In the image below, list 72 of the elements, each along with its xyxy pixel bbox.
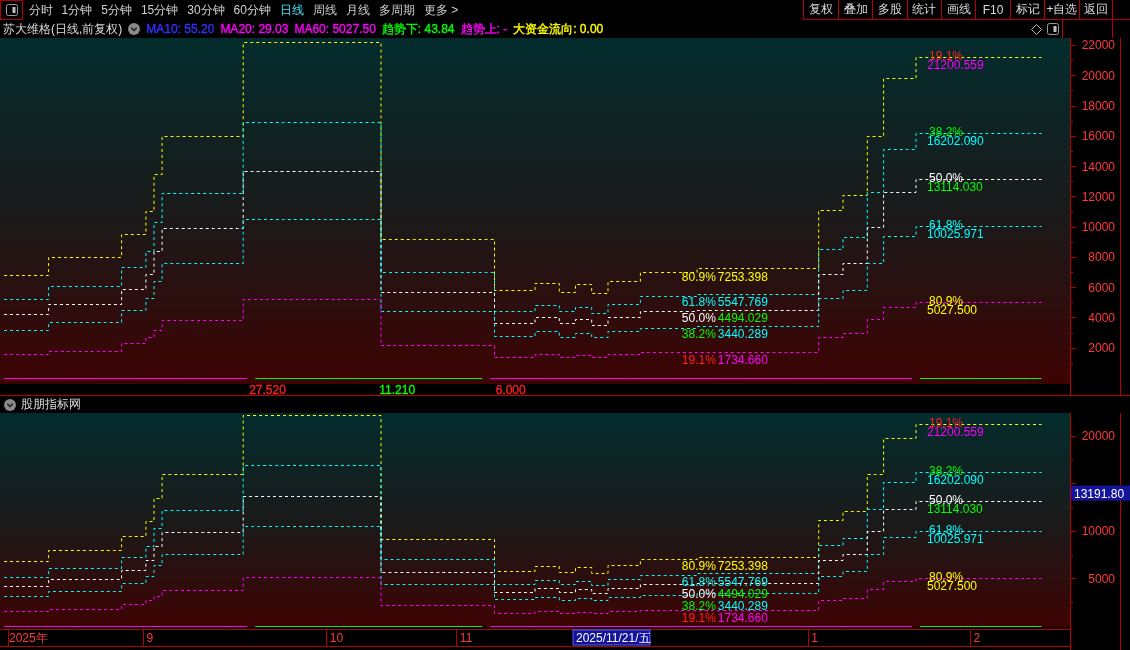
toolbar-button[interactable]: 返回 — [1078, 0, 1113, 19]
period-tab[interactable]: 分时 — [24, 1, 57, 19]
indicator-readout: 大资金流向: 0.00 — [513, 20, 604, 38]
indicator-readout: 趋势下: 43.84 — [381, 20, 455, 38]
period-tab[interactable]: 周线 — [308, 1, 342, 19]
diamond-icon[interactable] — [1031, 23, 1042, 35]
level-label: 61.8% — [681, 574, 716, 589]
period-tab[interactable]: 5分钟 — [96, 1, 137, 19]
axis-label: 8000 — [1088, 250, 1115, 265]
axis-label: 10000 — [1081, 524, 1115, 539]
level-label: 4494.029 — [717, 586, 768, 601]
axis-label: 5000 — [1088, 572, 1115, 586]
level-label: 61.8% — [681, 295, 716, 310]
toolbar-button[interactable]: +自选 — [1044, 0, 1079, 19]
axis-label: 20000 — [1081, 68, 1115, 83]
level-label: 1734.660 — [717, 353, 768, 368]
axis-label: 18000 — [1081, 99, 1115, 113]
chevron-down-icon[interactable] — [4, 398, 16, 411]
chart-title: 苏大维格(日线,前复权) — [3, 20, 123, 38]
date-label: 9 — [146, 631, 154, 645]
period-tab[interactable]: 30分钟 — [182, 1, 230, 19]
axis-label: 6000 — [1088, 280, 1115, 295]
level-label: 38.2% — [681, 598, 716, 613]
indicator-readout: MA60: 5027.50 — [294, 22, 376, 36]
level-label: 3440.289 — [717, 327, 768, 342]
date-label: 11 — [459, 631, 473, 645]
level-label: 19.1% — [681, 353, 716, 368]
indicator-readout: 趋势上: - — [460, 20, 508, 38]
axis-label: 20000 — [1081, 429, 1115, 444]
price-label: 11.210 — [379, 383, 416, 395]
chevron-down-icon[interactable] — [128, 23, 141, 35]
indicator-readout: MA20: 29.03 — [220, 22, 289, 36]
axis-label: 16000 — [1081, 129, 1115, 144]
level-label: 50.0% — [681, 311, 716, 326]
level-label: 5547.769 — [717, 574, 768, 589]
period-tab[interactable]: 日线 — [275, 1, 309, 19]
period-tab[interactable]: 60分钟 — [229, 1, 276, 19]
pane-title: 股朋指标网 — [21, 396, 81, 413]
period-tab[interactable]: 更多 > — [419, 1, 463, 19]
level-label: 4494.029 — [717, 311, 768, 326]
period-tab[interactable]: 1分钟 — [57, 1, 97, 19]
axis-label: 4000 — [1088, 310, 1115, 325]
level-label: 5547.769 — [717, 295, 768, 310]
period-tab[interactable]: 15分钟 — [136, 1, 183, 19]
level-label: 3440.289 — [717, 598, 768, 613]
indicator-readout: MA10: 55.20 — [146, 22, 215, 36]
level-label: 50.0% — [681, 586, 716, 601]
date-label: 2025年 — [9, 631, 48, 645]
cursor-value-label: 13191.80 — [1071, 485, 1130, 501]
panel-toggle-button[interactable] — [0, 0, 23, 20]
level-label: 1734.660 — [717, 611, 768, 626]
level-label: 80.9% — [681, 269, 716, 284]
date-label: 2 — [973, 631, 981, 645]
axis-label: 10000 — [1081, 220, 1115, 235]
period-tab[interactable]: 月线 — [341, 1, 375, 19]
axis-label: 22000 — [1081, 38, 1115, 53]
price-label: 27.520 — [249, 383, 286, 395]
cursor-date-label: 2025/11/21/五 — [572, 629, 651, 646]
date-label: 1 — [811, 631, 818, 645]
level-label: 7253.398 — [717, 558, 768, 573]
level-label: 19.1% — [681, 611, 716, 626]
date-label: 10 — [329, 631, 344, 645]
panel-icon — [5, 4, 18, 16]
panel-icon — [1047, 23, 1059, 35]
level-label: 7253.398 — [717, 269, 768, 284]
price-label: 6.000 — [495, 383, 526, 395]
axis-label: 14000 — [1081, 159, 1115, 174]
axis-label: 12000 — [1081, 189, 1115, 204]
period-tab[interactable]: 多周期 — [374, 1, 420, 19]
axis-label: 2000 — [1088, 341, 1115, 356]
level-label: 80.9% — [681, 558, 716, 573]
level-label: 38.2% — [681, 327, 716, 342]
